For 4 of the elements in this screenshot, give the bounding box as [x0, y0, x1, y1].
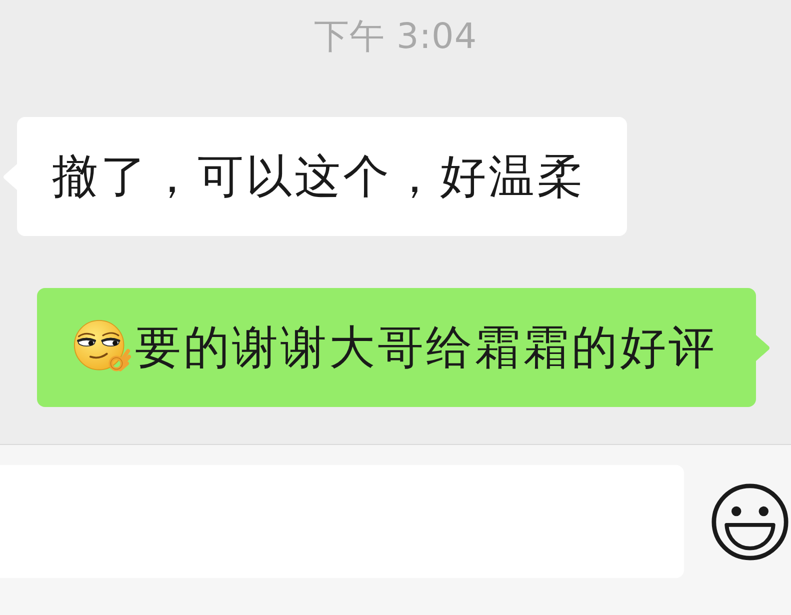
message-text: 要的谢谢大哥给霜霜的好评: [135, 320, 717, 375]
message-text: 撤了，可以这个，好温柔: [52, 149, 586, 204]
timestamp: 下午 3:04: [314, 17, 478, 58]
emoji-face-icon[interactable]: [711, 483, 789, 561]
